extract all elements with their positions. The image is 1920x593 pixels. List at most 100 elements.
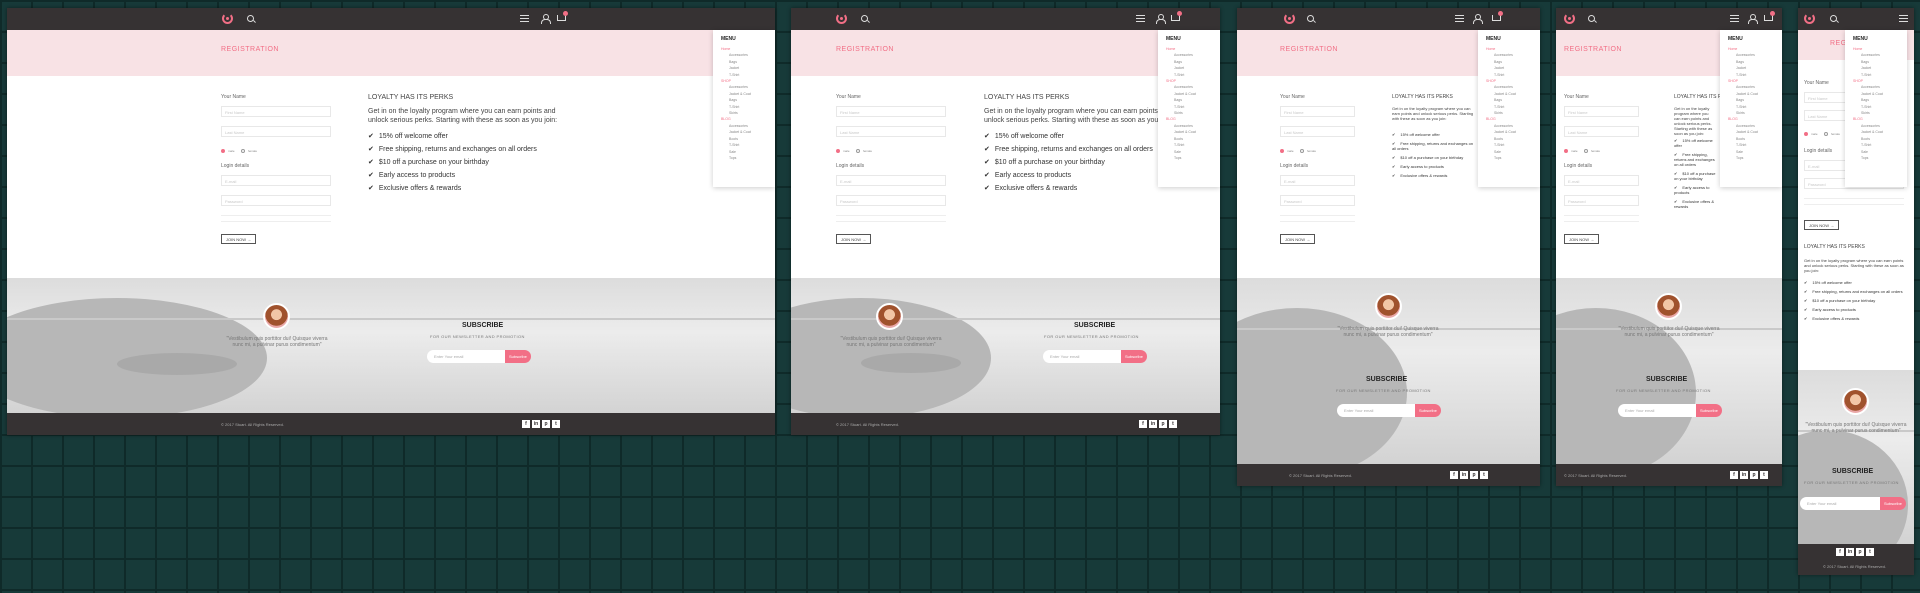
email-input[interactable]: E-mail xyxy=(1280,175,1355,186)
twitter-icon[interactable]: t xyxy=(552,420,560,428)
gender-female-radio[interactable]: female xyxy=(856,149,872,154)
name-label: Your Name xyxy=(836,94,861,100)
first-name-input[interactable]: First Name xyxy=(221,106,331,117)
subscribe-email-input[interactable]: Enter Your email xyxy=(1800,497,1880,510)
pinterest-icon[interactable]: p xyxy=(1856,548,1864,556)
gender-male-radio[interactable]: male xyxy=(221,149,235,154)
pinterest-icon[interactable]: p xyxy=(1470,471,1478,479)
menu-item[interactable]: Tops xyxy=(1728,155,1774,161)
email-input[interactable]: E-mail xyxy=(836,175,946,186)
subscribe-button[interactable]: Subscribe xyxy=(1415,404,1441,417)
subscribe-email-input[interactable]: Enter Your email xyxy=(1337,404,1415,417)
user-icon[interactable] xyxy=(1156,14,1166,24)
facebook-icon[interactable]: f xyxy=(1139,420,1147,428)
first-name-input[interactable]: First Name xyxy=(836,106,946,117)
subscribe-button[interactable]: Subscribe xyxy=(1880,497,1906,510)
menu-item[interactable]: Tops xyxy=(1853,155,1899,161)
password-input[interactable]: Password xyxy=(1564,195,1639,206)
check-icon: ✔ xyxy=(1804,298,1808,303)
gender-male-radio[interactable]: male xyxy=(1564,149,1578,154)
gender-female-radio[interactable]: female xyxy=(1584,149,1600,154)
gender-female-radio[interactable]: female xyxy=(1300,149,1316,154)
twitter-icon[interactable]: t xyxy=(1169,420,1177,428)
user-icon[interactable] xyxy=(1748,14,1758,24)
pinterest-icon[interactable]: p xyxy=(542,420,550,428)
menu-item[interactable]: Tops xyxy=(1486,155,1532,161)
pinterest-icon[interactable]: p xyxy=(1159,420,1167,428)
subscribe-email-input[interactable]: Enter Your email xyxy=(1618,404,1696,417)
password-input[interactable]: Password xyxy=(221,195,331,206)
twitter-icon[interactable]: t xyxy=(1480,471,1488,479)
last-name-input[interactable]: Last Name xyxy=(221,126,331,137)
instagram-icon[interactable]: in xyxy=(1460,471,1468,479)
search-icon[interactable] xyxy=(1307,15,1314,22)
footer-background: "Vestibulum quis porttitor dui! Quisque … xyxy=(1237,278,1540,464)
cart-icon[interactable] xyxy=(1764,11,1775,21)
logo-icon[interactable] xyxy=(1804,13,1815,24)
hamburger-icon[interactable] xyxy=(1730,15,1739,22)
logo-icon[interactable] xyxy=(222,13,233,24)
cart-icon[interactable] xyxy=(1171,11,1182,21)
perk-item: ✔ Early access to products xyxy=(1804,307,1908,312)
facebook-icon[interactable]: f xyxy=(1730,471,1738,479)
facebook-icon[interactable]: f xyxy=(1450,471,1458,479)
check-icon: ✔ xyxy=(1392,155,1396,160)
last-name-input[interactable]: Last Name xyxy=(836,126,946,137)
join-now-button[interactable]: JOIN NOW → xyxy=(1280,234,1316,244)
menu-item[interactable]: Tops xyxy=(721,155,767,161)
subscribe-button[interactable]: Subscribe xyxy=(1121,350,1147,363)
footer-background: "Vestibulum quis porttitor dui! Quisque … xyxy=(7,278,775,413)
join-now-button[interactable]: JOIN NOW → xyxy=(1564,234,1600,244)
gender-male-radio[interactable]: male xyxy=(1804,132,1818,137)
hamburger-icon[interactable] xyxy=(1455,15,1464,22)
gender-female-radio[interactable]: female xyxy=(241,149,257,154)
gender-male-radio[interactable]: male xyxy=(1280,149,1294,154)
search-icon[interactable] xyxy=(1830,15,1837,22)
cart-icon[interactable] xyxy=(1492,11,1503,21)
subscribe-email-input[interactable]: Enter Your email xyxy=(427,350,505,363)
instagram-icon[interactable]: in xyxy=(532,420,540,428)
twitter-icon[interactable]: t xyxy=(1866,548,1874,556)
hamburger-icon[interactable] xyxy=(1899,15,1908,22)
login-label: Login details xyxy=(1804,148,1833,154)
search-icon[interactable] xyxy=(247,15,254,22)
subscribe-button[interactable]: Subscribe xyxy=(1696,404,1722,417)
password-input[interactable]: Password xyxy=(836,195,946,206)
join-now-button[interactable]: JOIN NOW → xyxy=(221,234,257,244)
menu-item[interactable]: Tops xyxy=(1166,155,1212,161)
password-input[interactable]: Password xyxy=(1280,195,1355,206)
instagram-icon[interactable]: in xyxy=(1846,548,1854,556)
email-input[interactable]: E-mail xyxy=(221,175,331,186)
email-input[interactable]: E-mail xyxy=(1564,175,1639,186)
instagram-icon[interactable]: in xyxy=(1740,471,1748,479)
subscribe-email-input[interactable]: Enter Your email xyxy=(1043,350,1121,363)
cart-icon[interactable] xyxy=(557,11,568,21)
search-icon[interactable] xyxy=(1588,15,1595,22)
search-icon[interactable] xyxy=(861,15,868,22)
last-name-input[interactable]: Last Name xyxy=(1280,126,1355,137)
first-name-input[interactable]: First Name xyxy=(1564,106,1639,117)
join-now-button[interactable]: JOIN NOW → xyxy=(836,234,872,244)
logo-icon[interactable] xyxy=(836,13,847,24)
logo-icon[interactable] xyxy=(1284,13,1295,24)
logo-icon[interactable] xyxy=(1564,13,1575,24)
join-now-button[interactable]: JOIN NOW → xyxy=(1804,220,1840,230)
perks-list: ✔ 15% off welcome offer ✔ Free shipping, r… xyxy=(368,132,537,197)
user-icon[interactable] xyxy=(1473,14,1483,24)
twitter-icon[interactable]: t xyxy=(1760,471,1768,479)
first-name-input[interactable]: First Name xyxy=(1280,106,1355,117)
last-name-input[interactable]: Last Name xyxy=(1564,126,1639,137)
hamburger-icon[interactable] xyxy=(520,15,529,22)
gender-male-radio[interactable]: male xyxy=(836,149,850,154)
pinterest-icon[interactable]: p xyxy=(1750,471,1758,479)
gender-female-radio[interactable]: female xyxy=(1824,132,1840,137)
facebook-icon[interactable]: f xyxy=(522,420,530,428)
perk-item: ✔ 15% off welcome offer xyxy=(368,132,537,140)
instagram-icon[interactable]: in xyxy=(1149,420,1157,428)
facebook-icon[interactable]: f xyxy=(1836,548,1844,556)
check-icon: ✔ xyxy=(368,146,374,153)
user-icon[interactable] xyxy=(541,14,551,24)
hamburger-icon[interactable] xyxy=(1136,15,1145,22)
subscribe-button[interactable]: Subscribe xyxy=(505,350,531,363)
perk-text: Free shipping, returns and exchanges on … xyxy=(1392,141,1474,151)
